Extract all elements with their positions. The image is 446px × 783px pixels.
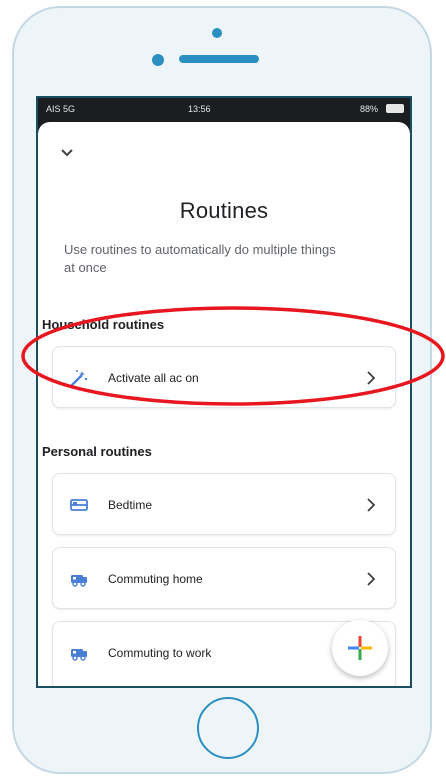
chevron-right-icon [367, 572, 376, 586]
proximity-sensor [152, 54, 164, 66]
front-camera [212, 28, 222, 38]
battery-percent: 88% [359, 104, 378, 114]
chevron-down-icon[interactable] [58, 144, 76, 162]
routine-commuting-home[interactable]: Commuting home [52, 547, 396, 609]
clock: 13:56 [188, 104, 211, 114]
magic-wand-icon [70, 370, 88, 387]
personal-routines-heading: Personal routines [42, 444, 152, 459]
routine-label: Bedtime [108, 498, 153, 512]
household-routines-heading: Household routines [42, 317, 165, 332]
routine-bedtime[interactable]: Bedtime [52, 473, 396, 535]
chevron-right-icon [367, 371, 376, 385]
car-icon [71, 575, 87, 587]
sheet-header [38, 122, 410, 136]
add-routine-button[interactable] [332, 620, 388, 676]
routine-label: Activate all ac on [108, 371, 199, 385]
battery-icon [386, 104, 404, 113]
chevron-right-icon [367, 498, 376, 512]
status-bar: AIS 5G 13:56 88% [38, 98, 410, 122]
carrier-label: AIS 5G [46, 104, 76, 114]
page-subtitle: Use routines to automatically do multipl… [64, 242, 336, 275]
plus-icon [348, 636, 372, 660]
app-screen: AIS 5G 13:56 88% Routines Use routines t… [36, 96, 412, 688]
car-icon [71, 649, 87, 661]
earpiece-speaker [179, 55, 259, 63]
bed-icon [70, 499, 88, 511]
routine-activate-all-ac[interactable]: Activate all ac on [52, 346, 396, 408]
routine-label: Commuting to work [108, 646, 212, 660]
routine-label: Commuting home [108, 572, 203, 586]
home-button[interactable] [197, 697, 259, 759]
page-title: Routines [179, 198, 269, 223]
